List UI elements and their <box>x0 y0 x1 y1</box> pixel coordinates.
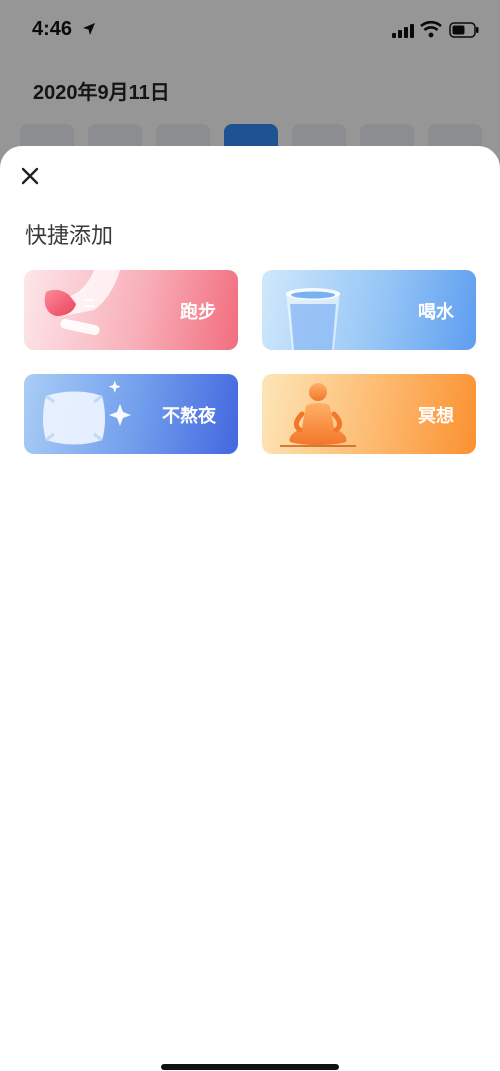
pillow-icon <box>43 380 131 445</box>
sheet-title: 快捷添加 <box>25 224 114 249</box>
card-label-meditation: 冥想 <box>418 406 454 427</box>
close-button[interactable] <box>16 162 44 190</box>
quick-add-card-no-late-night[interactable]: 不熬夜 <box>24 374 238 454</box>
water-glass-icon <box>286 288 340 350</box>
card-label-no-late-night: 不熬夜 <box>162 406 216 427</box>
close-icon <box>21 167 39 185</box>
meditation-icon <box>280 383 356 447</box>
quick-add-card-running[interactable]: 跑步 <box>24 270 238 350</box>
running-shoe-icon <box>44 270 120 336</box>
quick-add-card-meditation[interactable]: 冥想 <box>262 374 476 454</box>
card-label-running: 跑步 <box>180 302 216 323</box>
home-indicator <box>161 1064 339 1070</box>
quick-add-card-water[interactable]: 喝水 <box>262 270 476 350</box>
card-label-water: 喝水 <box>418 302 454 323</box>
quick-add-sheet: 快捷添加 跑步 喝水 不熬夜 冥想 <box>0 146 500 1071</box>
